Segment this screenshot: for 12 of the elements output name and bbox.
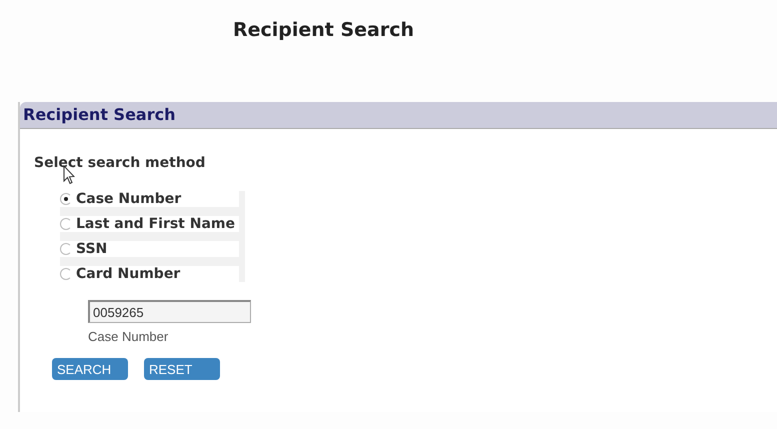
radio-button[interactable] (60, 243, 72, 255)
action-button[interactable]: RESET (144, 358, 220, 380)
page-title: Recipient Search (232, 19, 414, 43)
prompt-label: Select search method (34, 155, 206, 171)
radio-button[interactable] (60, 193, 72, 205)
action-button[interactable]: SEARCH (52, 358, 128, 380)
panel-title: Recipient Search (20, 102, 777, 129)
field-caption: Case Number (88, 329, 170, 344)
radio-label[interactable]: SSN (76, 241, 108, 257)
radio-button[interactable] (60, 218, 72, 230)
case-number-field[interactable]: 0059265 (88, 300, 251, 323)
radio-button[interactable] (60, 268, 72, 280)
